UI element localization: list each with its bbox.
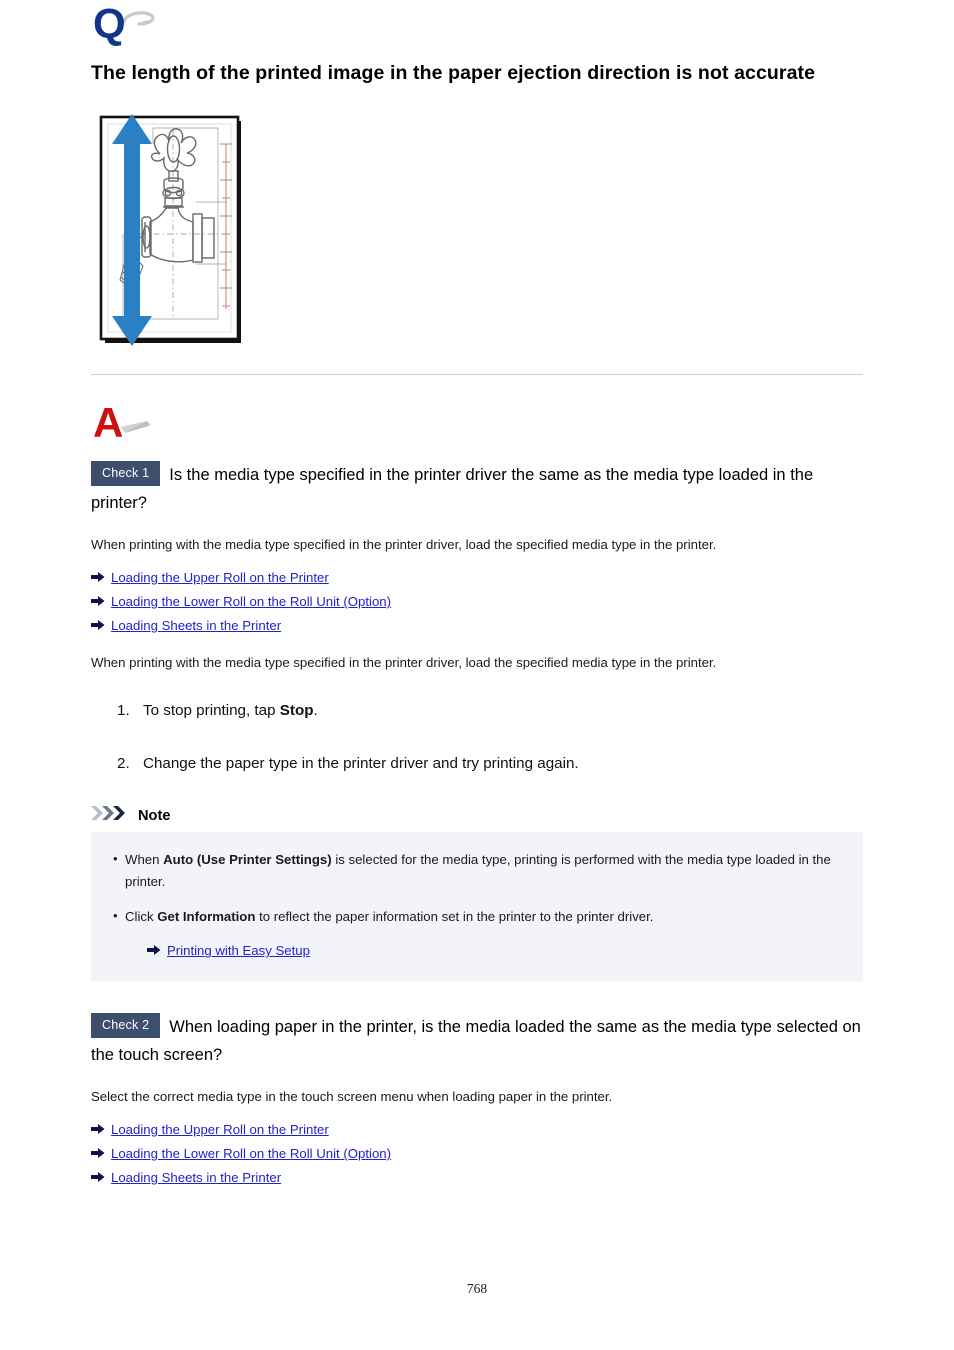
check-1-badge: Check 1 [91,460,161,487]
check-1-question: Is the media type specified in the print… [91,465,814,513]
svg-text:A: A [93,399,123,445]
note-bullet-1-text: When Auto (Use Printer Settings) is sele… [125,849,841,892]
arrow-right-icon [91,592,111,607]
arrow-right-icon [91,568,111,583]
note-header: Note [91,805,863,826]
note-link-row[interactable]: Printing with Easy Setup [147,941,841,960]
check-1-steps: 1. To stop printing, tap Stop. 2. Change… [91,700,863,776]
list-item[interactable]: Loading the Upper Roll on the Printer [91,1120,863,1139]
check-2-badge: Check 2 [91,1012,161,1039]
check-1-link-list: Loading the Upper Roll on the Printer Lo… [91,568,863,635]
check-2-question: When loading paper in the printer, is th… [91,1017,861,1064]
link-loading-sheets[interactable]: Loading Sheets in the Printer [111,1168,281,1187]
list-item[interactable]: Loading Sheets in the Printer [91,1168,863,1187]
link-loading-sheets[interactable]: Loading Sheets in the Printer [111,616,281,635]
step-1-marker: 1. [117,701,130,719]
list-item: 1. To stop printing, tap Stop. [117,700,863,723]
note-2-bold: Get Information [157,909,256,925]
link-loading-lower-roll[interactable]: Loading the Lower Roll on the Roll Unit … [111,592,391,611]
note-2-before: Click [125,909,158,925]
triple-chevron-icon [91,805,131,826]
link-loading-upper-roll[interactable]: Loading the Upper Roll on the Printer [111,568,329,587]
step-1-text-before: To stop printing, tap [143,701,280,719]
check-1-paragraph-2: When printing with the media type specif… [91,655,717,671]
list-item[interactable]: Loading the Lower Roll on the Roll Unit … [91,592,863,611]
check-1-heading: Check 1 Is the media type specified in th… [91,460,863,518]
step-2-text: Change the paper type in the printer dri… [143,754,579,772]
svg-text:Q: Q [93,0,126,46]
note-label: Note [138,807,171,824]
step-1-text: To stop printing, tap Stop. [143,700,863,723]
note-2-after: to reflect the paper information set in … [255,909,654,925]
arrow-right-icon [147,941,167,956]
note-box: • When Auto (Use Printer Settings) is se… [91,832,863,981]
arrow-right-icon [91,1144,111,1159]
note-bullet-2-text: Click Get Information to reflect the pap… [125,906,841,927]
link-loading-lower-roll[interactable]: Loading the Lower Roll on the Roll Unit … [111,1144,391,1163]
bullet-dot-icon: • [113,851,118,867]
page-content: Q The length of the printed image in the… [91,0,863,1192]
illustration-printed-valve-drawing [98,113,248,346]
list-item[interactable]: Loading Sheets in the Printer [91,616,863,635]
answer-a-icon: A [91,397,863,446]
check-1-paragraph-1: When printing with the media type specif… [91,537,717,553]
list-item[interactable]: Loading the Lower Roll on the Roll Unit … [91,1144,863,1163]
note-bullet-2: • Click Get Information to reflect the p… [113,906,841,927]
section-divider [91,373,863,375]
manual-page: Q The length of the printed image in the… [0,0,954,1350]
step-1-bold: Stop [279,701,314,719]
note-1-before: When [125,852,164,868]
question-q-icon: Q [91,0,161,46]
link-printing-with-easy-setup[interactable]: Printing with Easy Setup [167,941,310,960]
step-1-text-after: . [313,701,318,719]
step-2-marker: 2. [117,754,130,772]
list-item: 2. Change the paper type in the printer … [117,753,863,776]
note-1-bold: Auto (Use Printer Settings) [163,852,332,868]
page-number: 768 [466,1281,488,1296]
check-2-link-list: Loading the Upper Roll on the Printer Lo… [91,1120,863,1187]
check-2-paragraph-1: Select the correct media type in the tou… [91,1089,613,1105]
list-item[interactable]: Loading the Upper Roll on the Printer [91,568,863,587]
link-loading-upper-roll[interactable]: Loading the Upper Roll on the Printer [111,1120,329,1139]
arrow-right-icon [91,616,111,631]
arrow-right-icon [91,1120,111,1135]
check-2-heading: Check 2 When loading paper in the printer… [91,1012,863,1070]
arrow-right-icon [91,1168,111,1183]
note-bullet-1: • When Auto (Use Printer Settings) is se… [113,849,841,892]
bullet-dot-icon: • [113,908,118,924]
page-title: The length of the printed image in the p… [91,62,816,84]
